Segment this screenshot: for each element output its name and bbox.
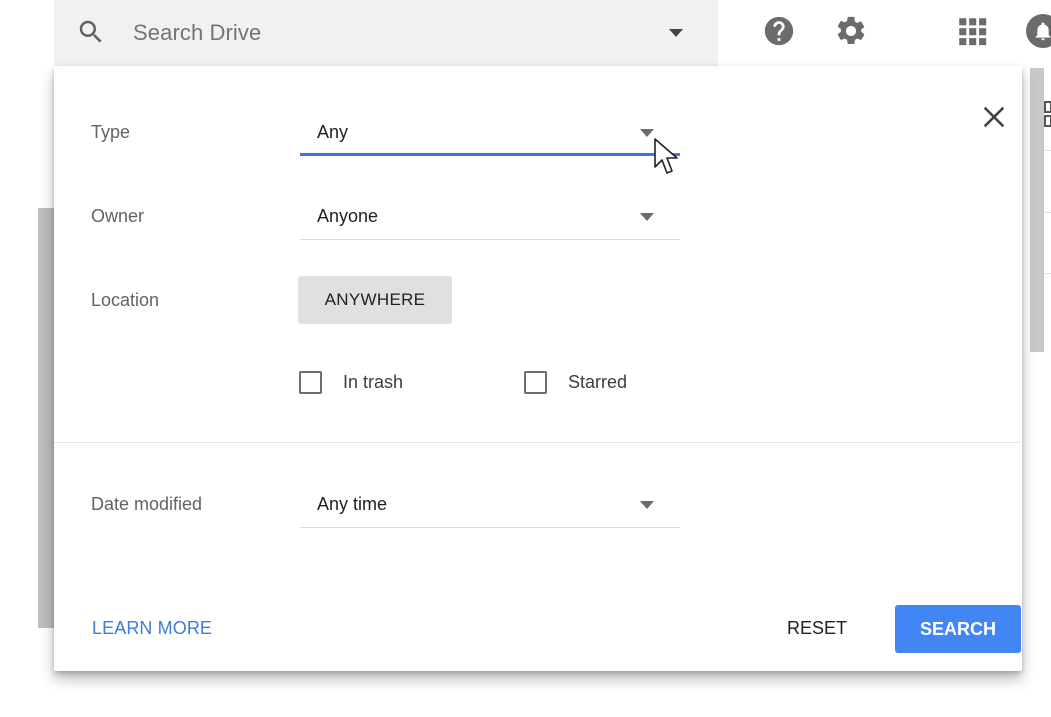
- background-scrollbar[interactable]: [1030, 68, 1044, 352]
- reset-button[interactable]: RESET: [772, 606, 862, 650]
- search-input[interactable]: Search Drive: [133, 20, 261, 46]
- section-divider: [54, 442, 1021, 443]
- chevron-down-icon: [640, 501, 654, 509]
- view-toggle-icon[interactable]: [1044, 100, 1051, 130]
- chevron-down-icon: [640, 129, 654, 137]
- background-divider: [1045, 212, 1051, 213]
- learn-more-link[interactable]: LEARN MORE: [92, 618, 212, 639]
- chevron-down-icon: [640, 213, 654, 221]
- owner-label: Owner: [91, 206, 145, 226]
- in-trash-checkbox[interactable]: [299, 371, 322, 394]
- owner-select-value: Anyone: [317, 206, 379, 226]
- location-label: Location: [91, 290, 160, 310]
- starred-label: Starred: [568, 372, 628, 392]
- in-trash-checkbox-row[interactable]: In trash: [299, 371, 403, 394]
- search-options-caret-icon[interactable]: [668, 28, 684, 38]
- search-icon[interactable]: [76, 17, 106, 47]
- in-trash-label: In trash: [343, 372, 404, 392]
- notifications-bell-icon[interactable]: [1026, 14, 1051, 48]
- location-anywhere-button[interactable]: ANYWHERE: [298, 276, 452, 324]
- settings-gear-icon[interactable]: [834, 14, 868, 48]
- apps-grid-icon[interactable]: [955, 14, 989, 48]
- type-label: Type: [91, 122, 131, 142]
- background-panel: [38, 208, 54, 628]
- type-select-value: Any: [317, 122, 349, 142]
- search-button[interactable]: SEARCH: [895, 605, 1021, 653]
- starred-checkbox-row[interactable]: Starred: [524, 371, 627, 394]
- background-divider: [1045, 273, 1051, 274]
- help-icon[interactable]: [762, 14, 796, 48]
- background-divider: [1045, 150, 1051, 151]
- date-modified-select[interactable]: Any time: [300, 486, 680, 528]
- date-modified-select-value: Any time: [317, 494, 388, 514]
- advanced-search-dialog: Type Any Owner Anyone Location ANYWHERE …: [54, 66, 1022, 671]
- close-icon[interactable]: [980, 103, 1008, 131]
- owner-select[interactable]: Anyone: [300, 198, 680, 240]
- date-modified-label: Date modified: [91, 494, 203, 514]
- type-select[interactable]: Any: [300, 114, 680, 156]
- search-bar[interactable]: Search Drive: [54, 0, 718, 66]
- starred-checkbox[interactable]: [524, 371, 547, 394]
